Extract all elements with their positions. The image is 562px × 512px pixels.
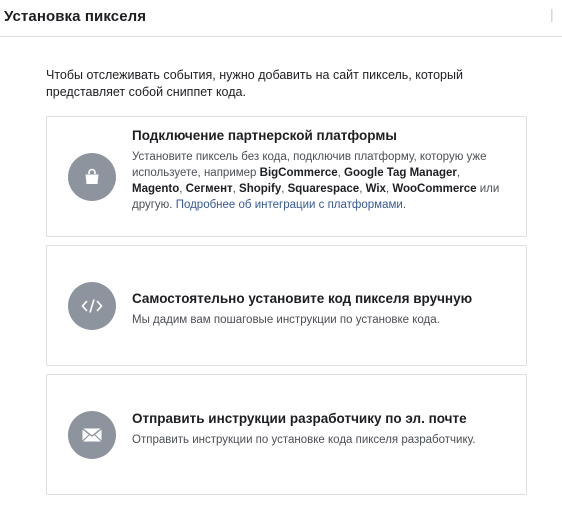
option-body: Подключение партнерской платформы Устано…	[132, 127, 508, 213]
option-title: Отправить инструкции разработчику по эл.…	[132, 411, 467, 426]
platform-name: WooCommerce	[392, 183, 477, 195]
code-icon	[68, 281, 116, 330]
option-title: Самостоятельно установите код пикселя вр…	[132, 291, 473, 306]
dialog-header: Установка пикселя |	[0, 0, 562, 37]
option-description: Установите пиксель без кода, подключив п…	[132, 149, 508, 213]
desc-end: .	[402, 199, 407, 211]
close-icon[interactable]: |	[550, 6, 560, 22]
option-manual-install[interactable]: Самостоятельно установите код пикселя вр…	[46, 245, 527, 366]
platform-name: Squarespace	[287, 183, 360, 195]
dialog-title: Установка пикселя	[4, 8, 147, 25]
envelope-icon	[68, 410, 116, 459]
platform-name: Magento	[132, 183, 180, 195]
option-email-developer[interactable]: Отправить инструкции разработчику по эл.…	[46, 374, 527, 495]
platform-name: Shopify	[239, 183, 282, 195]
separator: ,	[456, 167, 461, 179]
option-description: Мы дадим вам пошаговые инструкции по уст…	[132, 314, 440, 326]
shopping-bag-icon	[68, 152, 116, 201]
option-body: Отправить инструкции разработчику по эл.…	[132, 410, 508, 448]
platform-name: Сегмент	[185, 183, 233, 195]
option-partner-platform[interactable]: Подключение партнерской платформы Устано…	[46, 116, 527, 237]
intro-text: Чтобы отслеживать события, нужно добавит…	[46, 68, 463, 99]
platform-integration-link[interactable]: Подробнее об интеграции с платформами	[176, 199, 403, 211]
platform-name: BigCommerce	[259, 167, 338, 179]
option-description: Отправить инструкции по установке кода п…	[132, 434, 476, 446]
platform-name: Wix	[365, 183, 386, 195]
option-title: Подключение партнерской платформы	[132, 128, 397, 143]
platform-name: Google Tag Manager	[344, 167, 457, 179]
option-body: Самостоятельно установите код пикселя вр…	[132, 290, 508, 328]
